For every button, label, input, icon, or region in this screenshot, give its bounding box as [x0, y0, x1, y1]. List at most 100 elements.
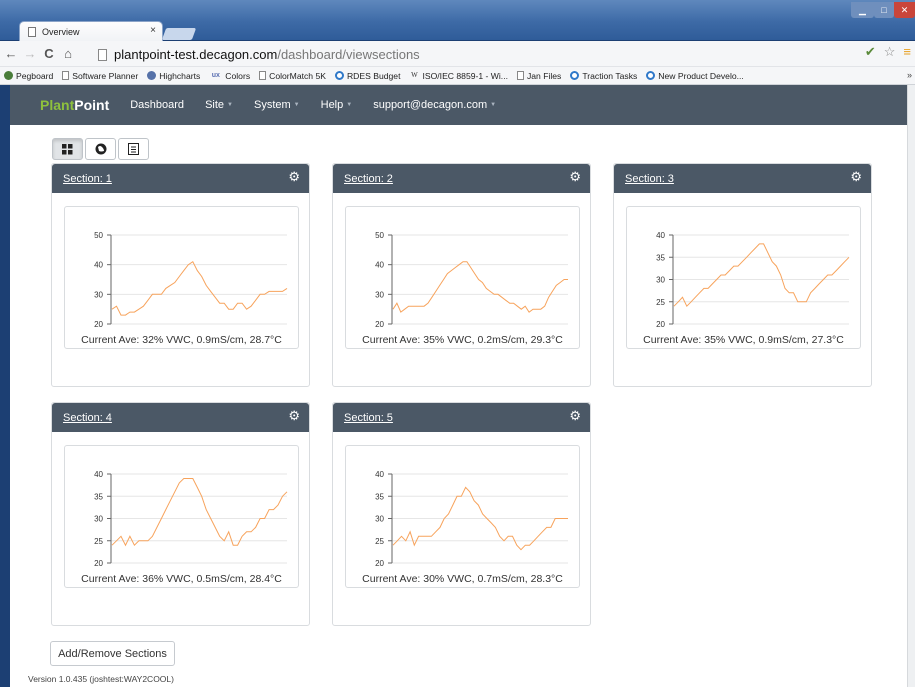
- series-line: [673, 243, 850, 308]
- bookmark-item[interactable]: ux Colors: [209, 71, 250, 81]
- tab-close-icon[interactable]: ×: [150, 25, 156, 36]
- gear-icon[interactable]: ⚙: [288, 169, 300, 185]
- page-icon: [259, 71, 267, 80]
- y-tick-label: 35: [94, 492, 103, 501]
- bookmark-item[interactable]: W ISO/IEC 8859-1 - Wi...: [409, 71, 508, 81]
- current-average-caption: Current Ave: 35% VWC, 0.2mS/cm, 29.3°C: [362, 334, 563, 346]
- extension-icon[interactable]: ✔: [865, 44, 876, 60]
- y-tick-label: 20: [656, 320, 665, 329]
- menu-icon[interactable]: ≡: [903, 44, 911, 60]
- gear-icon[interactable]: ⚙: [569, 169, 581, 185]
- y-tick-label: 25: [375, 537, 384, 546]
- line-chart: 20 25 30 35 40: [94, 470, 288, 568]
- section-header: Section: 2 ⚙: [333, 164, 590, 193]
- map-view-button[interactable]: [85, 138, 116, 160]
- version-label: Version 1.0.435 (joshtest:WAY2COOL): [28, 674, 174, 684]
- close-window-button[interactable]: ✕: [894, 2, 915, 18]
- url-path: /dashboard/viewsections: [277, 47, 420, 62]
- section-title-link[interactable]: Section: 5: [344, 412, 393, 424]
- star-icon[interactable]: ☆: [884, 44, 896, 60]
- y-tick-label: 20: [375, 320, 384, 329]
- scrollbar[interactable]: [907, 85, 915, 687]
- list-icon: [128, 143, 139, 155]
- bookmark-item[interactable]: Jan Files: [516, 70, 562, 81]
- maximize-button[interactable]: □: [874, 2, 894, 18]
- line-chart: 20 30 40 50: [94, 231, 288, 329]
- minimize-button[interactable]: ▁: [851, 2, 874, 18]
- y-tick-label: 40: [375, 261, 384, 270]
- url-host: plantpoint-test.decagon.com: [114, 47, 278, 62]
- y-tick-label: 30: [656, 276, 665, 285]
- bookmark-label: Highcharts: [159, 70, 201, 81]
- globe-icon: [4, 71, 13, 80]
- forward-icon[interactable]: →: [22, 46, 38, 61]
- bookmark-item[interactable]: New Product Develo...: [646, 71, 744, 81]
- tab-title: Overview: [42, 26, 80, 37]
- toolbar-right: ✔ ☆ ≡: [865, 44, 911, 60]
- blue-circle-icon: [570, 71, 580, 80]
- nav-system[interactable]: System ▼: [254, 99, 300, 111]
- nav-site[interactable]: Site ▼: [205, 99, 233, 111]
- bookmark-item[interactable]: Pegboard: [4, 71, 53, 81]
- caret-down-icon: ▼: [490, 102, 497, 108]
- brand-point: Point: [74, 97, 110, 113]
- series-line: [111, 260, 288, 316]
- current-average-caption: Current Ave: 30% VWC, 0.7mS/cm, 28.3°C: [362, 573, 563, 585]
- nav-user[interactable]: support@decagon.com ▼: [373, 99, 496, 111]
- section-panel: Section: 5 ⚙ 20 25 30 35 40 Current Ave: 30% VW…: [332, 402, 591, 626]
- nav-dashboard[interactable]: Dashboard: [130, 99, 184, 111]
- reload-icon[interactable]: C: [41, 46, 57, 61]
- brand-plant: Plant: [40, 97, 75, 113]
- top-navbar: PlantPoint Dashboard Site ▼ System ▼ Help ▼…: [10, 85, 914, 125]
- bookmark-item[interactable]: Software Planner: [62, 71, 138, 81]
- address-bar[interactable]: plantpoint-test.decagon.com/dashboard/vi…: [98, 45, 898, 64]
- gear-icon[interactable]: ⚙: [850, 169, 862, 185]
- list-view-button[interactable]: [118, 138, 149, 160]
- bookmark-item[interactable]: Traction Tasks: [570, 71, 637, 81]
- y-tick-label: 30: [375, 515, 384, 524]
- nav-help[interactable]: Help ▼: [321, 99, 353, 111]
- y-tick-label: 40: [94, 470, 103, 479]
- y-tick-label: 30: [375, 290, 384, 299]
- section-title-link[interactable]: Section: 1: [63, 173, 112, 185]
- y-tick-label: 25: [656, 298, 665, 307]
- browser-tab[interactable]: Overview ×: [19, 21, 163, 41]
- blue-circle-icon: [646, 71, 656, 80]
- new-tab-button[interactable]: [161, 28, 197, 40]
- page-icon: [28, 26, 36, 37]
- bookmark-label: RDES Budget: [346, 70, 401, 81]
- y-tick-label: 50: [94, 231, 103, 240]
- grid-view-button[interactable]: [52, 138, 83, 160]
- nav-label: Help: [320, 99, 344, 111]
- add-remove-sections-button[interactable]: Add/Remove Sections: [50, 641, 175, 666]
- caret-down-icon: ▼: [227, 102, 233, 108]
- bookmark-label: Software Planner: [72, 70, 139, 81]
- blue-circle-icon: [334, 71, 344, 80]
- nav-label: support@decagon.com: [373, 99, 488, 111]
- brand-logo[interactable]: PlantPoint: [40, 97, 109, 113]
- y-tick-label: 30: [94, 515, 103, 524]
- section-title-link[interactable]: Section: 2: [344, 173, 393, 185]
- back-icon[interactable]: ←: [3, 46, 19, 61]
- bookmark-item[interactable]: ColorMatch 5K: [259, 71, 326, 81]
- window-titlebar: Overview × ▁ □ ✕: [0, 0, 915, 41]
- line-chart: 20 30 40 50: [375, 231, 568, 329]
- bookmark-label: Jan Files: [526, 70, 562, 81]
- grid-icon: [62, 143, 73, 154]
- bookmark-item[interactable]: Highcharts: [147, 71, 200, 81]
- y-tick-label: 35: [656, 253, 665, 262]
- gear-icon[interactable]: ⚙: [569, 408, 581, 424]
- section-title-link[interactable]: Section: 3: [625, 173, 674, 185]
- bookmark-label: New Product Develo...: [658, 70, 744, 81]
- bookmark-item[interactable]: RDES Budget: [334, 70, 401, 81]
- section-title-link[interactable]: Section: 4: [63, 412, 112, 424]
- line-chart: 20 25 30 35 40: [375, 470, 568, 568]
- y-tick-label: 40: [656, 231, 665, 240]
- bookmarks-overflow-icon[interactable]: »: [907, 70, 912, 80]
- gear-icon[interactable]: ⚙: [288, 408, 300, 424]
- y-tick-label: 50: [375, 231, 384, 240]
- section-panel: Section: 3 ⚙ 20 25 30 35 40 Current Ave: 35% VW…: [613, 163, 872, 387]
- caret-down-icon: ▼: [293, 102, 300, 108]
- section-panel: Section: 1 ⚙ 20 30 40 50 Current Ave: 32% VWC,…: [51, 163, 310, 387]
- home-icon[interactable]: ⌂: [60, 46, 76, 61]
